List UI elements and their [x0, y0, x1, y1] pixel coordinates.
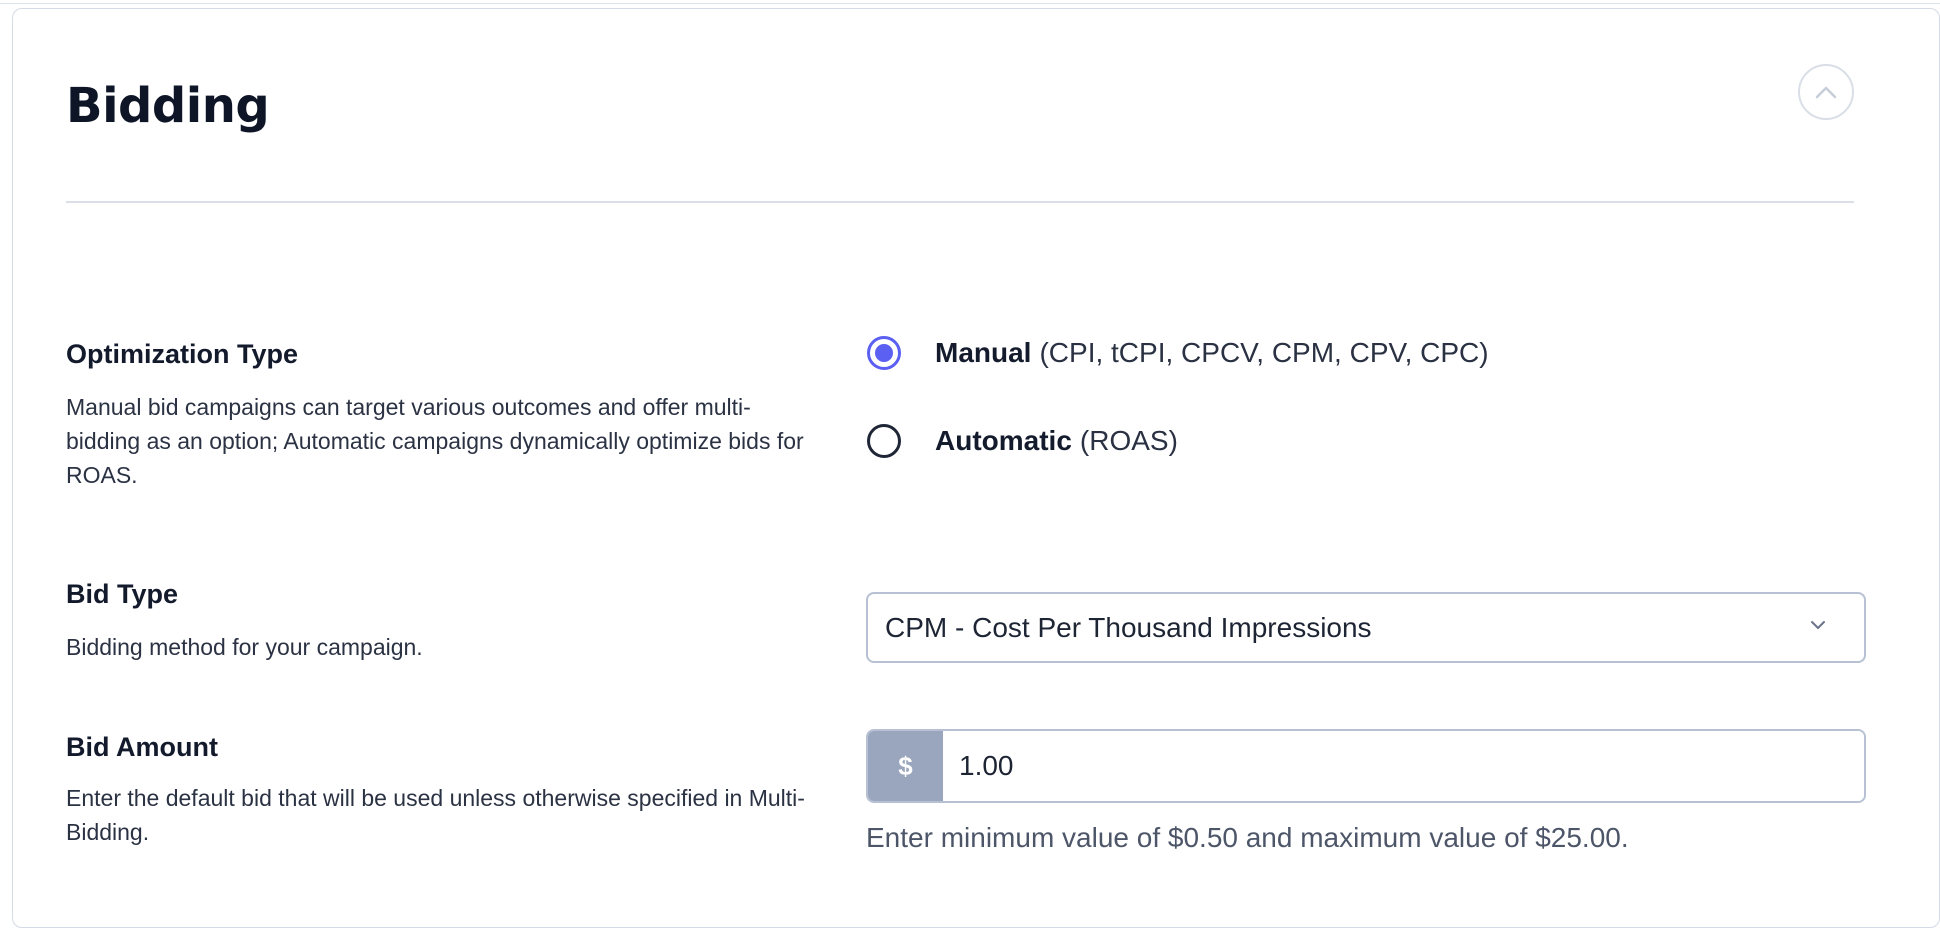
collapse-button[interactable] — [1798, 64, 1854, 120]
radio-automatic-detail: (ROAS) — [1079, 425, 1178, 456]
bid-amount-hint: Enter minimum value of $0.50 and maximum… — [866, 822, 1629, 853]
bid-type-label: Bid Type — [66, 579, 179, 609]
bid-amount-label: Bid Amount — [66, 732, 218, 762]
radio-option-automatic[interactable]: Automatic (ROAS) — [867, 424, 1178, 458]
radio-automatic-name: Automatic — [935, 425, 1072, 456]
section-divider — [66, 201, 1854, 203]
chevron-up-icon — [1815, 86, 1837, 99]
radio-button-automatic[interactable] — [867, 424, 901, 458]
radio-manual-name: Manual — [935, 337, 1032, 368]
optimization-type-description: Manual bid campaigns can target various … — [66, 394, 804, 488]
radio-button-manual[interactable] — [867, 336, 901, 370]
bid-amount-description: Enter the default bid that will be used … — [66, 785, 805, 845]
radio-option-manual[interactable]: Manual (CPI, tCPI, CPCV, CPM, CPV, CPC) — [867, 336, 1489, 370]
bid-type-description: Bidding method for your campaign. — [66, 634, 423, 660]
currency-prefix: $ — [868, 731, 943, 801]
bid-amount-input[interactable] — [943, 731, 1864, 801]
bid-amount-group: $ — [866, 729, 1866, 803]
top-border — [0, 0, 1940, 4]
chevron-down-icon — [1811, 621, 1825, 629]
radio-manual-detail: (CPI, tCPI, CPCV, CPM, CPV, CPC) — [1039, 337, 1489, 368]
bid-type-select[interactable]: CPM - Cost Per Thousand Impressions — [866, 592, 1866, 663]
section-title: Bidding — [66, 78, 270, 134]
bid-type-selected-value: CPM - Cost Per Thousand Impressions — [885, 611, 1372, 643]
optimization-type-label: Optimization Type — [66, 339, 299, 369]
